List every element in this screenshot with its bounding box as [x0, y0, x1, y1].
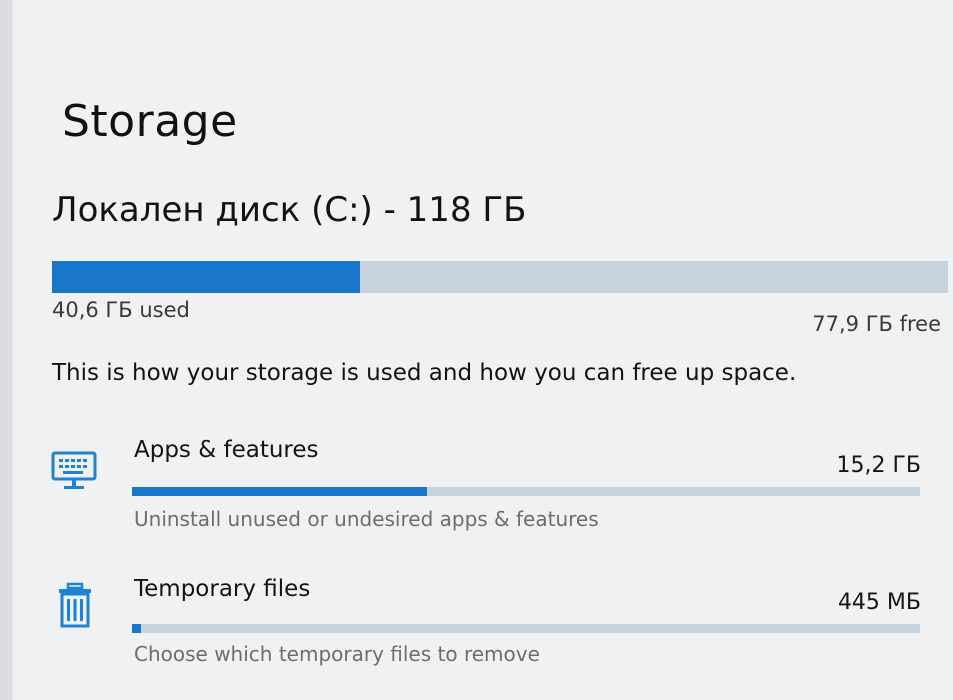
category-subtitle: Choose which temporary files to remove	[134, 642, 540, 666]
window-left-border	[0, 0, 12, 700]
drive-usage-fill	[52, 261, 361, 293]
category-usage-bar	[132, 624, 920, 633]
category-name[interactable]: Temporary files	[134, 576, 310, 602]
category-size: 445 МБ	[837, 590, 921, 615]
keyboard-monitor-icon	[51, 451, 97, 489]
category-name[interactable]: Apps & features	[134, 437, 319, 463]
category-size: 15,2 ГБ	[836, 453, 922, 478]
trash-icon	[59, 582, 91, 628]
category-usage-fill	[132, 487, 427, 496]
drive-usage-bar[interactable]	[52, 261, 948, 293]
page-title: Storage	[62, 96, 238, 147]
storage-description: This is how your storage is used and how…	[52, 360, 797, 386]
drive-name[interactable]: Локален диск (C:) - 118 ГБ	[52, 190, 526, 230]
drive-free-label: 77,9 ГБ free	[812, 312, 941, 336]
category-usage-fill	[132, 624, 141, 633]
drive-used-label: 40,6 ГБ used	[52, 298, 190, 322]
category-temporary-files[interactable]: Temporary files 445 МБ Choose which temp…	[14, 574, 953, 684]
category-subtitle: Uninstall unused or undesired apps & fea…	[134, 507, 599, 531]
storage-page: Storage Локален диск (C:) - 118 ГБ 40,6 …	[14, 0, 953, 700]
category-apps-features[interactable]: Apps & features 15,2 ГБ Uninstall unused…	[14, 435, 953, 545]
category-usage-bar	[132, 487, 920, 496]
